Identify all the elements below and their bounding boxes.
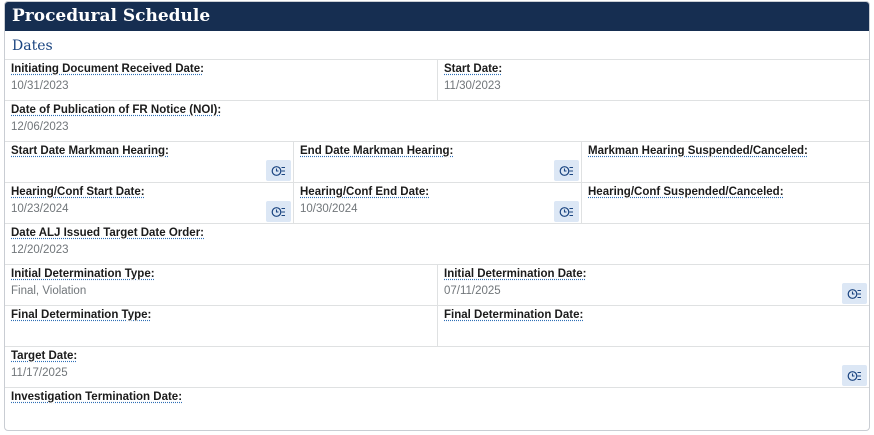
history-list-icon: [271, 165, 285, 176]
field-label[interactable]: Hearing/Conf Start Date:: [11, 186, 293, 198]
field-label[interactable]: Markman Hearing Suspended/Canceled:: [588, 145, 869, 157]
field-value: Final, Violation: [11, 285, 87, 297]
history-button[interactable]: [554, 201, 579, 222]
field-value: 11/30/2023: [444, 80, 501, 92]
field-hearing-conf-end-date: Hearing/Conf End Date: 10/30/2024: [294, 183, 582, 223]
field-value: 10/30/2024: [300, 203, 358, 215]
field-label[interactable]: Hearing/Conf Suspended/Canceled:: [588, 186, 869, 198]
field-final-determination-date: Final Determination Date:: [438, 306, 869, 346]
field-label[interactable]: Start Date Markman Hearing:: [11, 145, 293, 157]
row-received-start: Initiating Document Received Date: 10/31…: [5, 60, 869, 101]
field-value: 10/23/2024: [11, 203, 69, 215]
field-label[interactable]: Hearing/Conf End Date:: [300, 186, 581, 198]
field-value: 11/17/2025: [11, 367, 68, 379]
history-button[interactable]: [842, 365, 867, 386]
field-label[interactable]: Investigation Termination Date:: [11, 391, 869, 403]
row-fr-notice: Date of Publication of FR Notice (NOI): …: [5, 101, 869, 142]
field-label[interactable]: Final Determination Date:: [444, 309, 869, 321]
panel-title: Procedural Schedule: [5, 2, 869, 31]
field-alj-target-date-order: Date ALJ Issued Target Date Order: 12/20…: [5, 224, 869, 264]
field-label[interactable]: Date of Publication of FR Notice (NOI):: [11, 104, 869, 116]
history-button[interactable]: [842, 283, 867, 304]
field-label[interactable]: Final Determination Type:: [11, 309, 437, 321]
field-label[interactable]: Date ALJ Issued Target Date Order:: [11, 227, 869, 239]
field-initiating-document-received-date: Initiating Document Received Date: 10/31…: [5, 60, 438, 100]
history-list-icon: [847, 288, 861, 299]
row-hearing-conf: Hearing/Conf Start Date: 10/23/2024 Hear…: [5, 183, 869, 224]
field-value: 12/20/2023: [11, 244, 69, 256]
procedural-schedule-panel: Procedural Schedule Dates Initiating Doc…: [4, 1, 870, 431]
row-target-date-order: Date ALJ Issued Target Date Order: 12/20…: [5, 224, 869, 265]
row-initial-determination: Initial Determination Type: Final, Viola…: [5, 265, 869, 306]
row-final-determination: Final Determination Type: Final Determin…: [5, 306, 869, 347]
history-button[interactable]: [266, 201, 291, 222]
history-list-icon: [559, 165, 573, 176]
field-hearing-conf-suspended: Hearing/Conf Suspended/Canceled:: [582, 183, 869, 223]
history-list-icon: [271, 206, 285, 217]
field-start-date: Start Date: 11/30/2023: [438, 60, 869, 100]
field-value: 07/11/2025: [444, 285, 501, 297]
row-target-date: Target Date: 11/17/2025: [5, 347, 869, 388]
field-start-date-markman-hearing: Start Date Markman Hearing:: [5, 142, 294, 182]
field-end-date-markman-hearing: End Date Markman Hearing:: [294, 142, 582, 182]
row-markman-hearing: Start Date Markman Hearing: End Date Mar…: [5, 142, 869, 183]
field-markman-hearing-suspended: Markman Hearing Suspended/Canceled:: [582, 142, 869, 182]
field-label[interactable]: Start Date:: [444, 63, 869, 75]
field-initial-determination-date: Initial Determination Date: 07/11/2025: [438, 265, 869, 305]
field-value: 10/31/2023: [11, 80, 69, 92]
history-list-icon: [559, 206, 573, 217]
field-label[interactable]: Initial Determination Type:: [11, 268, 437, 280]
row-termination-date: Investigation Termination Date:: [5, 388, 869, 429]
section-title-dates: Dates: [5, 31, 869, 60]
field-label[interactable]: Initial Determination Date:: [444, 268, 869, 280]
field-final-determination-type: Final Determination Type:: [5, 306, 438, 346]
field-initial-determination-type: Initial Determination Type: Final, Viola…: [5, 265, 438, 305]
field-hearing-conf-start-date: Hearing/Conf Start Date: 10/23/2024: [5, 183, 294, 223]
history-button[interactable]: [554, 160, 579, 181]
field-label[interactable]: Target Date:: [11, 350, 869, 362]
field-value: 12/06/2023: [11, 121, 69, 133]
field-target-date: Target Date: 11/17/2025: [5, 347, 869, 387]
field-investigation-termination-date: Investigation Termination Date:: [5, 388, 869, 429]
field-label[interactable]: End Date Markman Hearing:: [300, 145, 581, 157]
history-button[interactable]: [266, 160, 291, 181]
field-label[interactable]: Initiating Document Received Date:: [11, 63, 437, 75]
history-list-icon: [847, 370, 861, 381]
field-fr-notice-publication-date: Date of Publication of FR Notice (NOI): …: [5, 101, 869, 141]
